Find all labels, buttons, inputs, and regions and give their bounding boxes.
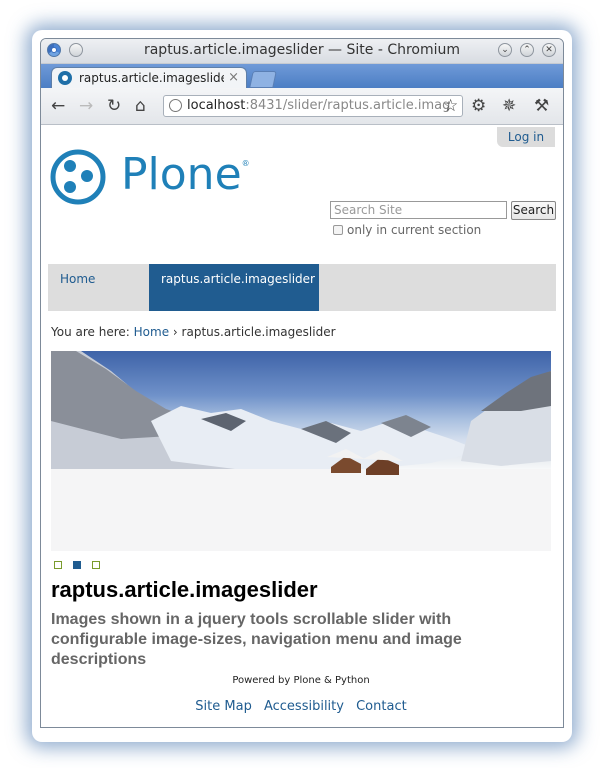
page-title: raptus.article.imageslider — [51, 577, 318, 602]
maximize-button[interactable]: ⌃ — [520, 43, 534, 57]
forward-icon[interactable]: → — [79, 96, 93, 116]
footer-link-site-map[interactable]: Site Map — [195, 699, 252, 714]
footer-link-accessibility[interactable]: Accessibility — [264, 699, 344, 714]
nav-item-home[interactable]: Home — [48, 264, 148, 311]
tab-active[interactable]: raptus.article.imageslider × — [51, 67, 247, 88]
window-title: raptus.article.imageslider — Site - Chro… — [143, 42, 461, 58]
browser-window: raptus.article.imageslider — Site - Chro… — [40, 38, 564, 728]
address-bar[interactable]: localhost:8431/slider/raptus.article.ima… — [163, 95, 463, 117]
url-text: localhost:8431/slider/raptus.article.ima… — [187, 98, 451, 113]
search-input[interactable]: Search Site — [330, 201, 507, 219]
bug-icon[interactable]: ✵ — [502, 96, 516, 116]
global-nav: Home raptus.article.imageslider — [48, 264, 556, 311]
title-bar: raptus.article.imageslider — Site - Chro… — [41, 39, 563, 64]
plone-logo-icon — [50, 149, 106, 205]
close-button[interactable]: ✕ — [542, 43, 556, 57]
search-button[interactable]: Search — [511, 201, 556, 220]
slider-image-snowy-mountains — [51, 351, 551, 551]
extension-icon[interactable]: ⚙ — [471, 96, 486, 116]
image-slider[interactable] — [51, 351, 551, 551]
breadcrumb-prefix: You are here: — [51, 325, 130, 339]
web-page: Log in Plone® Search Site Search only in… — [41, 125, 563, 727]
page-description: Images shown in a jquery tools scrollabl… — [51, 611, 462, 668]
tab-close-icon[interactable]: × — [228, 70, 239, 85]
tab-strip: raptus.article.imageslider × — [41, 64, 563, 88]
slider-dot-3[interactable] — [92, 561, 101, 569]
globe-icon — [169, 99, 182, 112]
new-tab-button[interactable] — [249, 71, 277, 88]
breadcrumb-home-link[interactable]: Home — [134, 325, 169, 339]
bookmark-star-icon[interactable]: ☆ — [443, 96, 458, 116]
breadcrumb-current: raptus.article.imageslider — [181, 325, 336, 339]
only-current-section-label: only in current section — [347, 223, 482, 237]
home-icon[interactable]: ⌂ — [135, 96, 146, 116]
breadcrumb: You are here: Home › raptus.article.imag… — [51, 325, 336, 339]
slider-dot-1[interactable] — [54, 561, 62, 569]
footer-links: Site Map Accessibility Contact — [41, 699, 561, 714]
browser-toolbar: ← → ↻ ⌂ localhost:8431/slider/raptus.art… — [41, 88, 563, 125]
login-link[interactable]: Log in — [497, 127, 555, 147]
breadcrumb-separator: › — [172, 325, 178, 339]
slider-dot-2[interactable] — [73, 561, 82, 569]
tab-title: raptus.article.imageslider — [79, 71, 224, 85]
powered-by: Powered by Plone & Python — [232, 675, 370, 686]
slider-navigation — [54, 554, 106, 573]
only-current-section-checkbox[interactable] — [333, 225, 343, 235]
plone-logo[interactable]: Plone® — [48, 147, 278, 207]
back-icon[interactable]: ← — [51, 96, 65, 116]
footer-link-contact[interactable]: Contact — [356, 699, 407, 714]
nav-item-imageslider[interactable]: raptus.article.imageslider — [149, 264, 319, 311]
plone-favicon-icon — [58, 71, 72, 85]
plone-logo-text: Plone® — [121, 149, 250, 200]
wrench-icon[interactable]: ⚒ — [534, 96, 549, 116]
minimize-button[interactable]: ⌄ — [498, 43, 512, 57]
reload-icon[interactable]: ↻ — [107, 96, 121, 116]
